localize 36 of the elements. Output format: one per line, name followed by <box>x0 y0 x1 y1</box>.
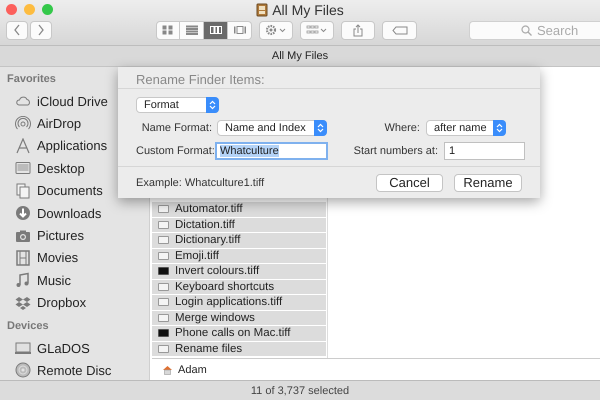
field-label: Where: <box>384 122 420 134</box>
file-row[interactable]: Merge windows <box>152 310 326 326</box>
file-row[interactable]: Dictionary.tiff <box>152 233 326 248</box>
cancel-button[interactable]: Cancel <box>376 174 443 192</box>
where-popup[interactable]: after name <box>426 120 506 136</box>
file-row[interactable]: Phone calls on Mac.tiff <box>152 326 326 342</box>
path-item[interactable]: Adam <box>178 364 207 376</box>
file-row[interactable]: Invert colours.tiff <box>152 264 326 280</box>
rename-button[interactable]: Rename <box>454 174 522 192</box>
window-title: All My Files <box>272 2 344 18</box>
status-text: 11 of 3,737 selected <box>250 384 350 396</box>
file-row[interactable]: Login applications.tiff <box>152 295 326 310</box>
file-row[interactable]: Keyboard shortcuts <box>152 280 326 295</box>
search-field[interactable]: Search <box>469 20 600 40</box>
sidebar-item[interactable]: Music <box>7 269 149 292</box>
file-row[interactable]: Emoji.tiff <box>152 248 326 264</box>
file-row[interactable]: Automator.tiff <box>152 202 326 218</box>
sidebar-item[interactable]: Pictures <box>7 224 149 247</box>
dialog-title: Rename Finder Items: <box>118 67 540 89</box>
sidebar-item[interactable]: GLaDOS <box>7 336 149 360</box>
path-title: All My Files <box>272 50 328 62</box>
sidebar-item[interactable]: Downloads <box>7 202 149 224</box>
name-format-popup[interactable]: Name and Index <box>217 120 327 136</box>
sidebar-item[interactable]: Dropbox <box>7 292 149 314</box>
file-row[interactable]: Rename files <box>152 342 326 357</box>
mode-popup[interactable]: Format <box>136 96 219 112</box>
field-label: Start numbers at: <box>352 144 438 156</box>
example-text: Example: Whatculture1.tiff <box>136 176 266 188</box>
sidebar-item[interactable]: Remote Disc <box>7 359 149 382</box>
field-label: Custom Format: <box>136 144 212 156</box>
file-row[interactable]: Dictation.tiff <box>152 218 326 233</box>
sidebar-item[interactable]: Movies <box>7 246 149 270</box>
section-heading: Devices <box>7 320 50 334</box>
start-number-field[interactable]: 1 <box>444 142 525 160</box>
field-label: Name Format: <box>140 122 212 134</box>
custom-format-field[interactable]: Whatculture <box>215 142 328 160</box>
